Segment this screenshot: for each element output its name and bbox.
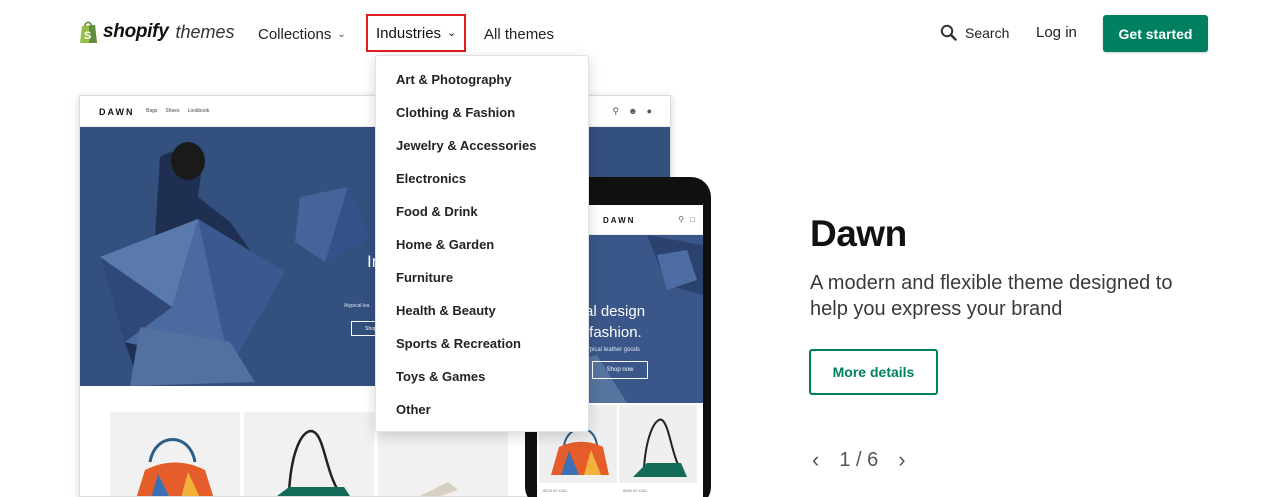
phone-nav-icons: ⚲ □ (678, 215, 695, 224)
bag-product-image (136, 438, 214, 496)
industries-dropdown-menu: Art & Photography Clothing & Fashion Jew… (375, 55, 589, 432)
preview-product-card (110, 412, 240, 496)
search-button[interactable]: Search (940, 24, 1009, 41)
chevron-left-icon[interactable]: ‹ (812, 447, 819, 473)
bag-product-image (633, 418, 687, 477)
nav-collections-label: Collections (258, 25, 332, 43)
preview-product-card (244, 412, 374, 496)
chevron-down-icon: ⌄ (447, 26, 457, 39)
search-icon: ⚲ (678, 215, 685, 224)
menu-item-home-garden[interactable]: Home & Garden (376, 228, 588, 261)
bag-product-image (277, 429, 350, 496)
cart-icon: □ (690, 215, 695, 224)
menu-item-health-beauty[interactable]: Health & Beauty (376, 294, 588, 327)
carousel-pager: ‹ 1 / 6 › (812, 447, 906, 473)
phone-product-card (619, 405, 697, 483)
shopify-themes-logo[interactable]: S shopify themes (79, 20, 235, 44)
chevron-right-icon[interactable]: › (898, 447, 905, 473)
pager-count: 1 / 6 (839, 448, 879, 471)
cart-icon: ● (646, 106, 652, 116)
preview-nav-link: Bags (146, 108, 158, 114)
shopping-bag-icon: S (80, 21, 97, 43)
phone-shop-now-button: Shop now (592, 361, 648, 379)
preview-hero-subtitle: Atypical lea (344, 303, 370, 309)
chevron-down-icon: ⌄ (337, 28, 346, 40)
account-icon: ☻ (628, 106, 638, 116)
search-icon (940, 24, 957, 41)
menu-item-food-drink[interactable]: Food & Drink (376, 195, 588, 228)
preview-nav-link: Lookbook (187, 108, 210, 114)
menu-item-other[interactable]: Other (376, 393, 588, 426)
menu-item-clothing-fashion[interactable]: Clothing & Fashion (376, 96, 588, 129)
nav-collections[interactable]: Collections ⌄ (258, 24, 346, 44)
menu-item-furniture[interactable]: Furniture (376, 261, 588, 294)
more-details-button[interactable]: More details (809, 349, 938, 395)
menu-item-art-photography[interactable]: Art & Photography (376, 63, 588, 96)
theme-title: Dawn (810, 213, 907, 254)
logo-wordmark-light: themes (175, 21, 235, 42)
search-label: Search (965, 24, 1010, 41)
menu-item-toys-games[interactable]: Toys & Games (376, 360, 588, 393)
phone-product-price: $390.00 CAD (623, 488, 648, 493)
menu-item-jewelry-accessories[interactable]: Jewelry & Accessories (376, 129, 588, 162)
theme-description: A modern and flexible theme designed to … (810, 272, 1173, 320)
logo-wordmark-bold: shopify (103, 21, 169, 42)
login-link[interactable]: Log in (1036, 24, 1077, 41)
menu-item-electronics[interactable]: Electronics (376, 162, 588, 195)
get-started-button[interactable]: Get started (1103, 15, 1208, 52)
site-header: S shopify themes Collections ⌄ Industrie… (0, 0, 1280, 68)
nav-all-themes-label: All themes (484, 25, 555, 43)
svg-text:S: S (84, 30, 91, 42)
nav-all-themes[interactable]: All themes (484, 24, 554, 44)
nav-industries[interactable]: Industries ⌄ (366, 14, 467, 52)
preview-brand: DAWN (99, 107, 135, 117)
search-icon: ⚲ (612, 106, 620, 116)
preview-nav-links: Bags Shoes Lookbook (146, 108, 209, 114)
phone-product-price: $378.00 CAD (543, 488, 568, 493)
preview-nav-icons: ⚲ ☻ ● (612, 106, 652, 117)
nav-industries-label: Industries (376, 24, 442, 42)
phone-hero-subtitle: typical leather goods (585, 347, 641, 353)
menu-item-sports-recreation[interactable]: Sports & Recreation (376, 327, 588, 360)
preview-nav-link: Shoes (165, 108, 180, 114)
phone-brand: DAWN (603, 216, 636, 225)
